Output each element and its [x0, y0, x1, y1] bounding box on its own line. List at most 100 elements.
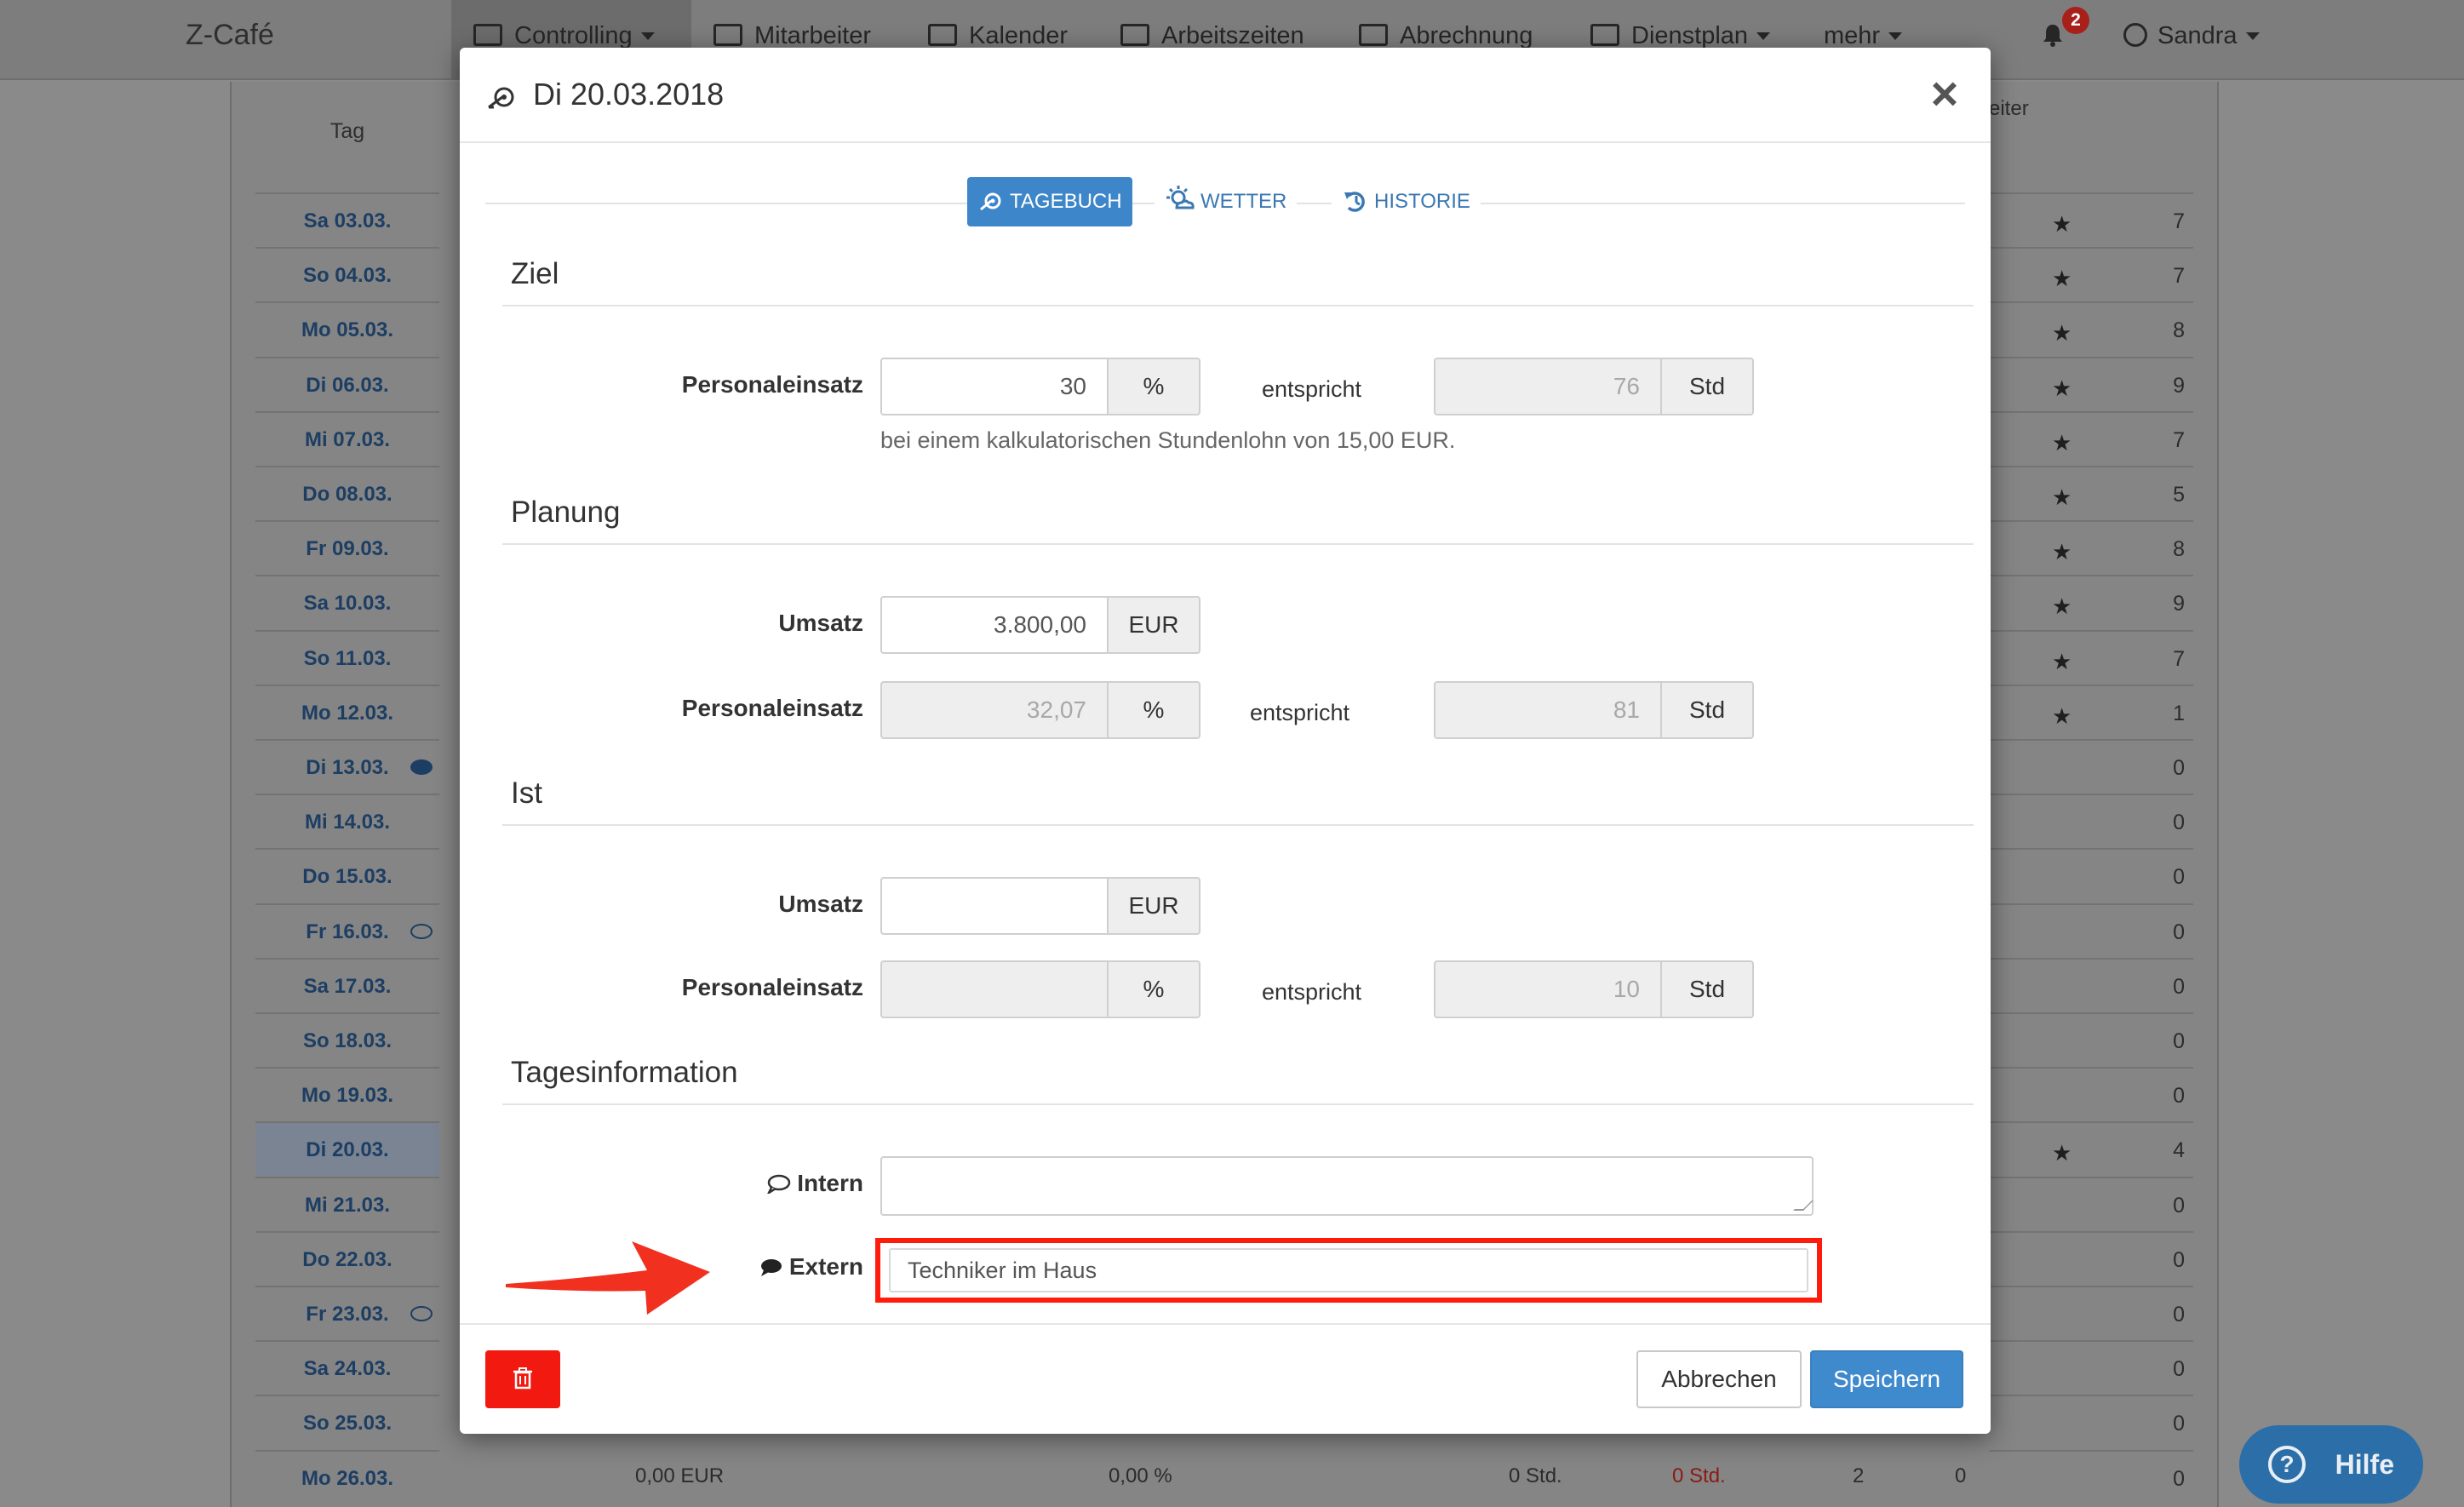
planung-umsatz-label: Umsatz [778, 610, 863, 636]
table-row-day[interactable]: Mo 05.03. [255, 301, 439, 356]
table-row-right: 0 [1989, 1012, 2193, 1067]
table-row-day[interactable]: Sa 17.03. [255, 958, 439, 1012]
modal-title: Di 20.03.2018 [533, 77, 725, 112]
comment-icon [410, 759, 433, 775]
star-icon: ★ [2052, 430, 2072, 456]
extern-label-text: Extern [788, 1253, 863, 1280]
section-divider [502, 305, 1974, 307]
nav-controlling[interactable]: Controlling [473, 22, 655, 50]
row-count: 9 [2173, 374, 2185, 398]
table-row-right: 0 [1989, 1340, 2193, 1395]
nav-kalender[interactable]: Kalender [928, 22, 1068, 50]
ziel-personaleinsatz-input[interactable]: 30 [880, 358, 1107, 415]
extern-input[interactable]: Techniker im Haus [889, 1248, 1808, 1292]
ist-umsatz-label: Umsatz [778, 891, 863, 917]
ist-personaleinsatz-group: % [880, 960, 1200, 1018]
table-row-day[interactable]: Do 15.03. [255, 848, 439, 902]
nav-mehr[interactable]: mehr [1824, 22, 1903, 50]
brand-logo[interactable]: Z-Café [186, 19, 274, 52]
table-row-day[interactable]: Do 08.03. [255, 466, 439, 520]
table-row-right: 0 [1989, 1067, 2193, 1121]
table-row-day[interactable]: Mo 19.03. [255, 1067, 439, 1121]
user-name: Sandra [2157, 22, 2238, 49]
tab-label: WETTER [1200, 190, 1287, 213]
table-row-day[interactable]: So 25.03. [255, 1395, 439, 1449]
nav-label: Mitarbeiter [754, 22, 871, 49]
row-count: 0 [2173, 1029, 2185, 1053]
planung-personaleinsatz-label: Personaleinsatz [681, 695, 863, 721]
close-button[interactable]: × [1919, 68, 1970, 119]
day-column-header[interactable]: Tag [255, 119, 439, 144]
table-row-day[interactable]: So 18.03. [255, 1012, 439, 1067]
nav-dienstplan[interactable]: Dienstplan [1590, 22, 1771, 50]
star-icon: ★ [2052, 649, 2072, 674]
intern-label: Intern [472, 1170, 863, 1197]
table-row-day[interactable]: So 11.03. [255, 630, 439, 685]
bell-icon[interactable] [2040, 22, 2066, 48]
resize-handle[interactable] [1793, 1200, 1814, 1211]
trash-icon [513, 1367, 532, 1390]
planung-std-group: 81 Std [1434, 681, 1754, 739]
planung-personaleinsatz-group: 32,07 % [880, 681, 1200, 739]
table-row-day[interactable]: Mo 26.03. [255, 1450, 439, 1504]
cancel-button[interactable]: Abbrechen [1636, 1350, 1802, 1408]
ziel-help-text: bei einem kalkulatorischen Stundenlohn v… [880, 427, 1456, 453]
planung-umsatz-input[interactable]: 3.800,00 [880, 596, 1107, 654]
row-count: 8 [2173, 537, 2185, 561]
star-icon: ★ [2052, 320, 2072, 346]
bottom-count2: 0 [1955, 1464, 1967, 1487]
modal-header: Di 20.03.2018 × [460, 48, 1991, 143]
bottom-percent: 0,00 % [1109, 1464, 1172, 1487]
planung-std-input: 81 [1434, 681, 1660, 739]
day-header-label: Tag [329, 119, 365, 143]
star-icon: ★ [2052, 211, 2072, 237]
table-row-day[interactable]: Do 22.03. [255, 1231, 439, 1286]
calendar-icon [928, 24, 957, 46]
weather-icon [1166, 186, 1195, 209]
nav-abrechnung[interactable]: Abrechnung [1359, 22, 1533, 50]
target-icon [980, 192, 1001, 211]
row-count: 7 [2173, 209, 2185, 233]
ist-umsatz-input[interactable] [880, 877, 1107, 935]
table-row-day[interactable]: Mi 21.03. [255, 1177, 439, 1231]
intern-label-text: Intern [797, 1170, 863, 1196]
table-row-day[interactable]: Mi 14.03. [255, 794, 439, 848]
nav-mitarbeiter[interactable]: Mitarbeiter [713, 22, 871, 50]
ist-std-group: 10 Std [1434, 960, 1754, 1018]
delete-button[interactable] [485, 1350, 560, 1408]
nav-arbeitszeiten[interactable]: Arbeitszeiten [1120, 22, 1304, 50]
chart-icon [473, 24, 502, 46]
section-title-ziel: Ziel [511, 257, 559, 290]
comment-icon [760, 1259, 782, 1276]
tab-tagebuch[interactable]: TAGEBUCH [967, 177, 1132, 226]
row-count: 7 [2173, 647, 2185, 671]
tab-historie[interactable]: HISTORIE [1332, 177, 1481, 226]
table-row-right: 0 [1989, 1177, 2193, 1231]
ist-personaleinsatz-label: Personaleinsatz [681, 974, 863, 1000]
nav-label: Abrechnung [1400, 22, 1533, 49]
table-row-day[interactable]: So 04.03. [255, 247, 439, 301]
star-icon: ★ [2052, 593, 2072, 619]
intern-textarea[interactable] [880, 1156, 1814, 1216]
table-row-day[interactable]: Di 20.03. [255, 1121, 439, 1176]
table-row-day[interactable]: Sa 24.03. [255, 1340, 439, 1395]
ziel-std-input: 76 [1434, 358, 1660, 415]
user-menu[interactable]: Sandra [2123, 22, 2260, 50]
table-row-right: ★ 4 [1989, 1121, 2193, 1176]
day-detail-modal: Di 20.03.2018 × TAGEBUCH WETTER HISTORIE… [460, 48, 1991, 1434]
planung-personaleinsatz-input: 32,07 [880, 681, 1107, 739]
table-row-day[interactable]: Mo 12.03. [255, 685, 439, 739]
table-row-day[interactable]: Di 06.03. [255, 357, 439, 411]
help-button[interactable]: ? Hilfe [2239, 1425, 2423, 1504]
row-count: 0 [2173, 1412, 2185, 1435]
table-row-day[interactable]: Sa 10.03. [255, 575, 439, 629]
table-row-day[interactable]: Fr 09.03. [255, 520, 439, 575]
ist-std-input: 10 [1434, 960, 1660, 1018]
row-count: 0 [2173, 1303, 2185, 1327]
modal-footer: Abbrechen Speichern [460, 1323, 1991, 1434]
tab-wetter[interactable]: WETTER [1155, 177, 1298, 226]
save-button[interactable]: Speichern [1810, 1350, 1963, 1408]
table-row-day[interactable]: Mi 07.03. [255, 411, 439, 466]
table-row-day[interactable]: Sa 03.03. [255, 192, 439, 247]
ziel-personaleinsatz-group: 30 % [880, 358, 1200, 415]
